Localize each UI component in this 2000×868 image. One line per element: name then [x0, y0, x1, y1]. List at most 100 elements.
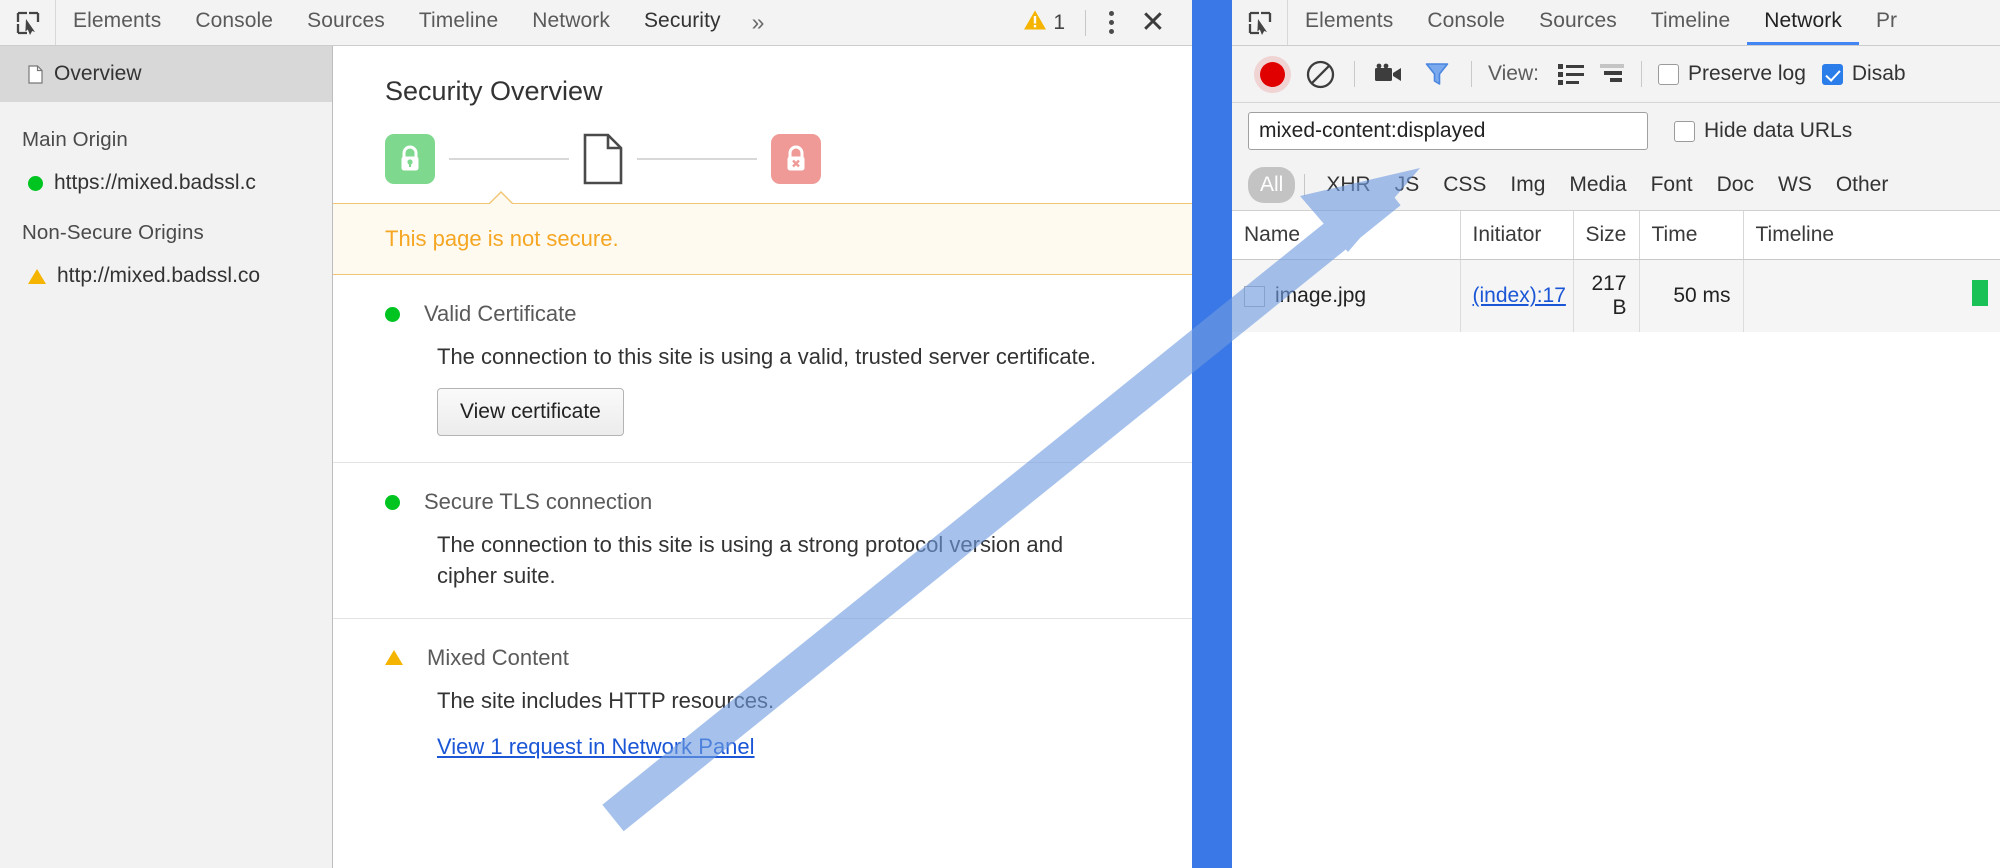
view-requests-link[interactable]: View 1 request in Network Panel — [437, 734, 755, 760]
type-filter-media[interactable]: Media — [1557, 167, 1638, 203]
tab-label: Network — [532, 9, 610, 32]
checkbox-label: Preserve log — [1687, 62, 1806, 85]
cell-name[interactable]: image.jpg — [1232, 259, 1461, 332]
tab-label: Elements — [1305, 9, 1394, 32]
tab-label: Timeline — [418, 9, 499, 32]
security-overview-content: Security Overview This page is not secur… — [333, 46, 1192, 868]
tab-label: Console — [1427, 9, 1506, 32]
type-filter-xhr[interactable]: XHR — [1314, 167, 1382, 203]
resource-type-filters: All XHR JS CSS Img Media Font Doc WS Oth… — [1232, 159, 2000, 211]
tab-console[interactable]: Console — [1410, 0, 1522, 45]
inspect-element-button[interactable] — [1232, 0, 1288, 45]
explanation-valid-certificate: Valid Certificate The connection to this… — [333, 275, 1192, 464]
checkbox-label: Disab — [1851, 62, 1906, 85]
tab-sources[interactable]: Sources — [1522, 0, 1634, 45]
sidebar-group-non-secure: Non-Secure Origins — [22, 221, 204, 244]
warning-badge[interactable]: 1 — [1011, 9, 1077, 37]
clear-prohibited-icon[interactable] — [1296, 60, 1344, 89]
window-divider — [1192, 0, 1232, 868]
type-filter-doc[interactable]: Doc — [1705, 167, 1766, 203]
tab-label: Security — [643, 9, 721, 32]
request-name: image.jpg — [1275, 284, 1367, 307]
chevron-double-right-icon[interactable]: » — [738, 0, 779, 45]
type-filter-font[interactable]: Font — [1639, 167, 1705, 203]
toolbar-divider — [1085, 9, 1086, 36]
filter-divider — [1304, 173, 1306, 196]
tab-timeline[interactable]: Timeline — [1634, 0, 1747, 45]
explanation-title: Mixed Content — [427, 644, 569, 670]
tab-label: Network — [1764, 9, 1842, 32]
green-lock-icon — [385, 134, 435, 184]
warning-count: 1 — [1053, 10, 1065, 34]
network-devtools-window: Elements Console Sources Timeline Networ… — [1232, 0, 2000, 868]
disable-cache-checkbox[interactable]: Disab — [1821, 62, 1906, 86]
tab-label: Sources — [1539, 9, 1617, 32]
hide-data-urls-checkbox[interactable]: Hide data URLs — [1674, 119, 1852, 143]
type-filter-css[interactable]: CSS — [1431, 167, 1498, 203]
security-devtools-window: Elements Console Sources Timeline Networ… — [0, 0, 1192, 868]
filter-input[interactable] — [1248, 112, 1648, 150]
kebab-menu-icon[interactable] — [1094, 11, 1128, 34]
checkbox-box — [1821, 63, 1843, 85]
inspect-element-button[interactable] — [0, 0, 56, 45]
type-filter-ws[interactable]: WS — [1766, 167, 1824, 203]
column-header-name[interactable]: Name — [1232, 211, 1461, 260]
view-label: View: — [1488, 62, 1539, 85]
toolbar-divider — [1354, 61, 1355, 87]
banner-notch — [488, 191, 514, 204]
origin-url: http://mixed.badssl.co — [57, 264, 261, 287]
tab-network[interactable]: Network — [1747, 0, 1859, 45]
tab-profiles[interactable]: Pr — [1859, 0, 1914, 45]
tab-label: Console — [195, 9, 274, 32]
close-icon[interactable]: ✕ — [1128, 5, 1178, 40]
funnel-filter-icon[interactable] — [1413, 61, 1461, 87]
sidebar-origin-main[interactable]: https://mixed.badssl.c — [0, 152, 332, 195]
type-filter-all[interactable]: All — [1248, 166, 1296, 203]
tab-elements[interactable]: Elements — [56, 0, 178, 45]
document-icon — [583, 133, 623, 185]
sidebar-origin-non-secure[interactable]: http://mixed.badssl.co — [0, 245, 332, 288]
network-filter-row: Hide data URLs — [1232, 103, 2000, 159]
cell-size: 217 B — [1573, 259, 1640, 332]
initiator-link[interactable]: (index):17 — [1473, 284, 1566, 307]
view-certificate-button[interactable]: View certificate — [437, 388, 624, 437]
waterfall-view-icon[interactable] — [1591, 63, 1631, 85]
table-header-row: Name Initiator Size Time Timeline — [1232, 211, 2000, 260]
toolbar-divider — [1640, 61, 1642, 87]
explanation-body: The connection to this site is using a s… — [437, 532, 1064, 589]
type-filter-img[interactable]: Img — [1498, 167, 1557, 203]
cell-initiator[interactable]: (index):17 — [1460, 259, 1574, 332]
explanation-title: Valid Certificate — [424, 301, 577, 326]
cell-time: 50 ms — [1639, 259, 1744, 332]
record-button-icon[interactable] — [1248, 61, 1296, 87]
timeline-bar — [1971, 280, 1988, 306]
column-header-timeline[interactable]: Timeline — [1743, 211, 2000, 260]
tab-elements[interactable]: Elements — [1288, 0, 1410, 45]
tab-console[interactable]: Console — [178, 0, 290, 45]
filmstrip-camera-icon[interactable] — [1365, 63, 1413, 85]
column-header-initiator[interactable]: Initiator — [1460, 211, 1574, 260]
type-filter-js[interactable]: JS — [1383, 167, 1432, 203]
toolbar-divider — [1471, 61, 1472, 87]
green-dot-icon — [385, 306, 400, 322]
page-title: Security Overview — [385, 76, 603, 106]
table-row[interactable]: image.jpg (index):17 217 B 50 ms — [1232, 259, 2000, 332]
tab-sources[interactable]: Sources — [290, 0, 402, 45]
explanation-header: Valid Certificate — [385, 301, 1140, 327]
checkbox-box — [1657, 63, 1679, 85]
list-view-icon[interactable] — [1551, 63, 1591, 85]
column-header-size[interactable]: Size — [1573, 211, 1640, 260]
tab-timeline[interactable]: Timeline — [402, 0, 515, 45]
type-filter-other[interactable]: Other — [1824, 167, 1901, 203]
screenshot-root: Elements Console Sources Timeline Networ… — [0, 0, 2000, 868]
preserve-log-checkbox[interactable]: Preserve log — [1657, 62, 1806, 86]
amber-triangle-icon — [28, 268, 46, 284]
amber-triangle-icon — [385, 650, 403, 666]
green-dot-icon — [28, 175, 43, 191]
insecure-banner: This page is not secure. — [333, 191, 1192, 275]
tab-network[interactable]: Network — [515, 0, 627, 45]
tab-security[interactable]: Security — [627, 0, 738, 45]
explanation-body: The site includes HTTP resources. — [437, 687, 775, 713]
column-header-time[interactable]: Time — [1639, 211, 1744, 260]
sidebar-item-overview[interactable]: Overview — [0, 46, 332, 102]
